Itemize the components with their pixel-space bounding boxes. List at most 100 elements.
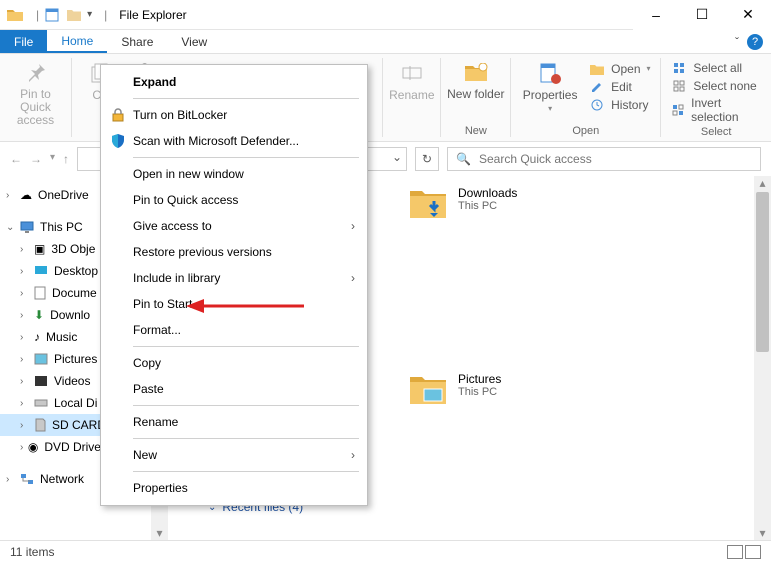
caret-down-icon[interactable]: ⌄: [6, 222, 16, 233]
caret-right-icon[interactable]: ›: [20, 288, 30, 299]
tab-file[interactable]: File: [0, 30, 47, 53]
view-large-icon[interactable]: [745, 545, 761, 559]
edit-label: Edit: [611, 80, 632, 94]
window-title: File Explorer: [119, 8, 186, 22]
search-input[interactable]: [479, 152, 752, 166]
properties-button[interactable]: Properties ▾: [521, 60, 579, 113]
caret-right-icon[interactable]: ›: [20, 420, 30, 431]
cm-copy[interactable]: Copy: [103, 350, 365, 376]
sd-card-icon: [34, 418, 46, 432]
close-button[interactable]: ✕: [725, 0, 771, 30]
select-all-icon: [671, 60, 687, 76]
view-details-icon[interactable]: [727, 545, 743, 559]
invert-selection-label: Invert selection: [691, 96, 761, 124]
chevron-right-icon: ›: [351, 219, 355, 233]
rename-label: Rename: [389, 88, 434, 102]
tab-view[interactable]: View: [167, 30, 221, 53]
tab-home[interactable]: Home: [47, 30, 107, 53]
open-dropdown-icon[interactable]: ▾: [647, 64, 651, 73]
qat-separator: |: [28, 8, 39, 22]
folder-item-pictures[interactable]: Pictures This PC: [408, 372, 608, 408]
content-scroll-up-icon[interactable]: ▴: [754, 176, 771, 190]
caret-right-icon[interactable]: ›: [20, 398, 30, 409]
music-icon: ♪: [34, 330, 40, 344]
chevron-right-icon: ›: [351, 271, 355, 285]
select-none-button[interactable]: Select none: [671, 78, 756, 94]
pin-icon: [23, 60, 49, 86]
edit-button[interactable]: Edit: [589, 79, 632, 95]
cm-defender[interactable]: Scan with Microsoft Defender...: [103, 128, 365, 154]
folder-location: This PC: [458, 200, 517, 212]
cloud-icon: ☁: [20, 188, 32, 202]
address-dropdown-icon[interactable]: ⌄: [392, 150, 402, 164]
history-button[interactable]: History: [589, 97, 648, 113]
caret-right-icon[interactable]: ›: [20, 354, 30, 365]
caret-right-icon[interactable]: ›: [20, 332, 30, 343]
tab-share[interactable]: Share: [107, 30, 167, 53]
cm-pin-quick-access[interactable]: Pin to Quick access: [103, 187, 365, 213]
chevron-right-icon: ›: [351, 448, 355, 462]
open-label: Open: [611, 62, 640, 76]
properties-dropdown-icon[interactable]: ▾: [548, 104, 552, 113]
caret-right-icon[interactable]: ›: [20, 244, 30, 255]
refresh-button[interactable]: ↻: [415, 147, 439, 171]
minimize-button[interactable]: –: [633, 0, 679, 30]
qat-properties-icon[interactable]: [43, 6, 61, 24]
help-icon[interactable]: ?: [747, 34, 763, 50]
content-scroll-down-icon[interactable]: ▾: [754, 526, 771, 540]
folder-item-downloads[interactable]: Downloads This PC: [408, 186, 608, 222]
cm-rename[interactable]: Rename: [103, 409, 365, 435]
cm-format[interactable]: Format...: [103, 317, 365, 343]
select-none-label: Select none: [693, 79, 756, 93]
nav-up-icon[interactable]: ↑: [63, 152, 69, 166]
download-icon: ⬇: [34, 308, 44, 322]
cm-give-access-to[interactable]: Give access to ›: [103, 213, 365, 239]
nav-recent-dropdown-icon[interactable]: ▾: [50, 152, 55, 166]
nav-back-icon[interactable]: ←: [10, 152, 22, 166]
ribbon-group-new: New: [465, 123, 487, 137]
cm-paste[interactable]: Paste: [103, 376, 365, 402]
folder-name: Pictures: [458, 372, 501, 386]
dvd-icon: ◉: [28, 440, 38, 454]
caret-right-icon[interactable]: ›: [6, 190, 16, 201]
document-icon: [34, 286, 46, 300]
history-icon: [589, 97, 605, 113]
properties-icon: [537, 60, 563, 86]
ribbon-collapse-icon[interactable]: ˇ: [735, 35, 739, 49]
cm-restore-versions[interactable]: Restore previous versions: [103, 239, 365, 265]
maximize-button[interactable]: ☐: [679, 0, 725, 30]
open-button[interactable]: Open ▾: [589, 61, 650, 77]
invert-selection-button[interactable]: Invert selection: [671, 96, 761, 124]
monitor-icon: [20, 221, 34, 233]
pin-quick-access-button[interactable]: Pin to Quick access: [7, 60, 65, 128]
cm-expand[interactable]: Expand: [103, 69, 365, 95]
rename-button[interactable]: Rename: [383, 60, 441, 102]
caret-right-icon[interactable]: ›: [20, 266, 30, 277]
drive-icon: [34, 398, 48, 408]
tree-scroll-down-icon[interactable]: ▾: [151, 526, 168, 540]
ribbon-group-select: Select: [701, 124, 732, 138]
cm-pin-start[interactable]: Pin to Start: [103, 291, 365, 317]
cm-new[interactable]: New ›: [103, 442, 365, 468]
caret-right-icon[interactable]: ›: [20, 376, 30, 387]
rename-icon: [399, 60, 425, 86]
content-scrollbar-thumb[interactable]: [756, 192, 769, 352]
select-all-label: Select all: [693, 61, 742, 75]
qat-dropdown-icon[interactable]: ▾: [87, 9, 92, 20]
folder-name: Downloads: [458, 186, 517, 200]
caret-right-icon[interactable]: ›: [20, 310, 30, 321]
cm-open-new-window[interactable]: Open in new window: [103, 161, 365, 187]
caret-right-icon[interactable]: ›: [20, 442, 24, 453]
cm-properties[interactable]: Properties: [103, 475, 365, 501]
nav-forward-icon[interactable]: →: [30, 152, 42, 166]
select-all-button[interactable]: Select all: [671, 60, 742, 76]
search-box[interactable]: 🔍: [447, 147, 761, 171]
downloads-folder-icon: [408, 186, 448, 222]
properties-label: Properties: [523, 88, 578, 102]
cm-bitlocker[interactable]: Turn on BitLocker: [103, 102, 365, 128]
cm-include-library[interactable]: Include in library ›: [103, 265, 365, 291]
caret-right-icon[interactable]: ›: [6, 474, 16, 485]
new-folder-button[interactable]: New folder: [447, 60, 505, 101]
qat-newfolder-icon[interactable]: [65, 6, 83, 24]
context-menu: Expand Turn on BitLocker Scan with Micro…: [100, 64, 368, 506]
